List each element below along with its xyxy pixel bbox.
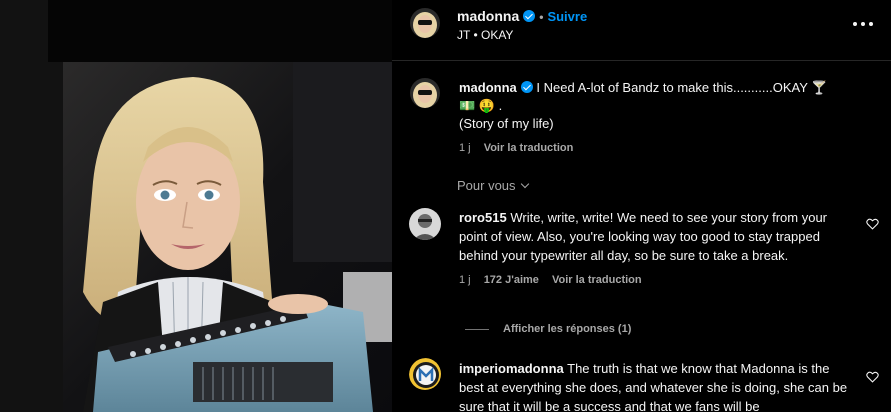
avatar[interactable] <box>409 358 441 390</box>
comment-username[interactable]: roro515 <box>459 210 507 225</box>
avatar[interactable] <box>410 8 440 38</box>
see-translation-link[interactable]: Voir la traduction <box>552 274 642 286</box>
post-photo-image <box>63 62 392 412</box>
view-replies-label: Afficher les réponses (1) <box>503 323 632 335</box>
view-replies-button[interactable]: Afficher les réponses (1) <box>465 323 631 335</box>
chevron-down-icon <box>520 179 529 189</box>
caption-line-1: I Need A-lot of Bandz to make this......… <box>536 80 828 95</box>
heart-outline-icon[interactable] <box>866 218 879 230</box>
see-translation-link[interactable]: Voir la traduction <box>484 142 574 154</box>
post-details-pane: madonna • Suivre JT • OKAY madonna I Need … <box>392 0 891 412</box>
follow-button[interactable]: Suivre <box>547 9 587 24</box>
separator-dot: • <box>539 10 544 24</box>
caption-time: 1 j <box>459 142 471 154</box>
verified-badge-icon <box>520 81 533 93</box>
avatar[interactable] <box>409 208 441 240</box>
comment-username[interactable]: imperiomadonna <box>459 361 564 376</box>
caption-line-2: 💵 🤑 . <box>459 98 503 113</box>
avatar[interactable] <box>410 78 440 108</box>
verified-badge-icon <box>523 10 536 22</box>
post-photo[interactable] <box>63 62 392 412</box>
audio-label[interactable]: JT • OKAY <box>457 28 513 42</box>
post-header: madonna • Suivre JT • OKAY <box>392 0 891 61</box>
comment-time: 1 j <box>459 274 471 286</box>
comment-likes[interactable]: 172 J'aime <box>484 274 539 286</box>
for-you-label: Pour vous <box>457 178 516 193</box>
heart-outline-icon[interactable] <box>866 371 879 383</box>
comment-body: Write, write, write! We need to see your… <box>459 210 828 263</box>
for-you-sort-dropdown[interactable]: Pour vous <box>457 178 529 193</box>
media-top-strip <box>48 0 392 62</box>
caption-line-3: (Story of my life) <box>459 116 554 131</box>
more-options-icon[interactable] <box>853 17 873 31</box>
replies-divider-line <box>465 328 489 330</box>
post-author-username[interactable]: madonna <box>457 8 519 24</box>
post-media-pane <box>0 0 392 412</box>
caption-username[interactable]: madonna <box>459 80 517 95</box>
